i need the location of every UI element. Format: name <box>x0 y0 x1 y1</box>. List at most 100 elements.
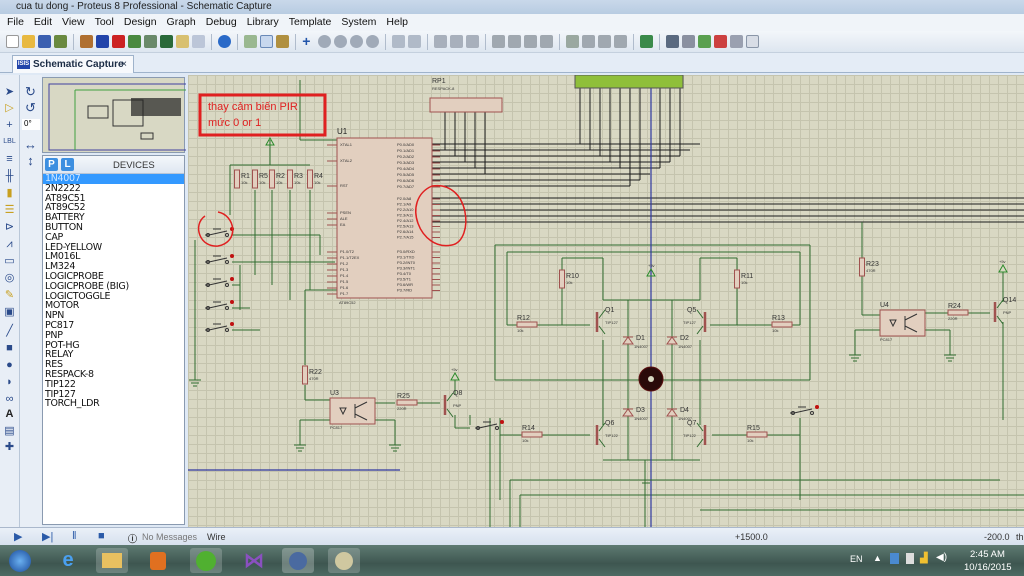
notes-icon[interactable] <box>192 35 205 48</box>
new-icon[interactable] <box>6 35 19 48</box>
menu-library[interactable]: Library <box>242 14 284 31</box>
rotate-clockwise-icon[interactable]: ↻ <box>24 85 37 98</box>
component-mode-icon[interactable]: ▷ <box>3 102 16 114</box>
proteus-icon[interactable] <box>282 548 314 573</box>
virtual-instruments-icon[interactable]: ▣ <box>3 306 16 318</box>
import-icon[interactable] <box>54 35 67 48</box>
pause-icon[interactable]: ‖ <box>72 530 77 542</box>
resistor-r25[interactable]: R25 220R <box>396 393 418 411</box>
arc-icon[interactable]: ◗ <box>3 376 16 388</box>
volume-icon[interactable]: ◀) <box>936 552 947 563</box>
voltage-probe-icon[interactable]: ✎ <box>3 289 16 301</box>
generator-icon[interactable]: ◎ <box>3 272 16 284</box>
search-icon[interactable] <box>666 35 679 48</box>
bom-icon[interactable] <box>160 35 173 48</box>
buses-icon[interactable]: ╫ <box>3 170 16 182</box>
tab-schematic-capture[interactable]: ISIS Schematic Capture × <box>12 55 134 73</box>
internet-explorer-icon[interactable]: e <box>52 548 84 573</box>
transistor-q8[interactable]: Q8 PNP <box>443 390 462 418</box>
menu-tool[interactable]: Tool <box>90 14 119 31</box>
refresh-icon[interactable] <box>244 35 257 48</box>
grid-icon[interactable] <box>260 35 273 48</box>
menu-graph[interactable]: Graph <box>162 14 201 31</box>
junction-dot-icon[interactable]: + <box>3 119 16 131</box>
close-tab-icon[interactable]: × <box>121 56 127 73</box>
gerber-icon[interactable] <box>144 35 157 48</box>
zoom-all-icon[interactable] <box>350 35 363 48</box>
push-button-switch[interactable] <box>205 322 234 332</box>
block-copy-icon[interactable] <box>492 35 505 48</box>
box-icon[interactable]: ■ <box>3 342 16 354</box>
menu-help[interactable]: Help <box>381 14 413 31</box>
schematic-canvas[interactable]: +5v +5v +5v RP1 RESPACK-8 U1 AT89C52 XTA… <box>188 74 1024 527</box>
pick-device-icon[interactable] <box>566 35 579 48</box>
u1-microcontroller[interactable]: U1 AT89C52 XTAL1 XTAL2 RST PSENALEEA P1.0/T2… <box>327 127 440 305</box>
menu-system[interactable]: System <box>336 14 381 31</box>
subcircuit-icon[interactable]: ▮ <box>3 187 16 199</box>
diode-d4[interactable]: D4 1N4007 <box>666 407 693 421</box>
property-tool-icon[interactable] <box>682 35 695 48</box>
path-icon[interactable]: ∞ <box>3 393 16 405</box>
visual-studio-icon[interactable]: ⋈ <box>238 548 270 573</box>
device-item[interactable]: RELAY <box>43 350 184 360</box>
source-icon[interactable] <box>176 35 189 48</box>
resistor-r14[interactable]: R14 10k <box>521 425 543 443</box>
lcd-display[interactable] <box>574 74 684 89</box>
file-explorer-icon[interactable] <box>96 548 128 573</box>
block-move-icon[interactable] <box>508 35 521 48</box>
copy-icon[interactable] <box>450 35 463 48</box>
language-indicator[interactable]: EN <box>850 554 863 564</box>
exit-to-parent-icon[interactable] <box>730 35 743 48</box>
rp1-respack[interactable]: RP1 RESPACK-8 <box>429 78 503 113</box>
resistor-r12[interactable]: R12 10k <box>516 315 538 333</box>
help-icon[interactable] <box>218 35 231 48</box>
diode-d3[interactable]: D3 1N4007 <box>622 407 649 421</box>
3d-icon[interactable] <box>128 35 141 48</box>
make-device-icon[interactable] <box>582 35 595 48</box>
pcb-icon[interactable] <box>112 35 125 48</box>
netlist-icon[interactable] <box>746 35 759 48</box>
menu-template[interactable]: Template <box>284 14 337 31</box>
marker-icon[interactable]: ✚ <box>3 441 16 453</box>
redo-icon[interactable] <box>408 35 421 48</box>
optocoupler-u3[interactable]: U3 PC817 <box>329 390 376 430</box>
library-manager-button[interactable]: L <box>61 158 74 171</box>
decompose-icon[interactable] <box>614 35 627 48</box>
push-button-switch[interactable] <box>790 405 819 415</box>
network-icon[interactable]: ▟ <box>920 553 928 564</box>
terminals-icon[interactable]: ☰ <box>3 204 16 216</box>
resistor-r4[interactable]: R410k <box>307 169 324 189</box>
zoom-area-icon[interactable] <box>366 35 379 48</box>
transistor-q7[interactable]: Q7 TIP122 <box>683 420 707 448</box>
wire-autoroute-icon[interactable] <box>640 35 653 48</box>
mirror-vertical-icon[interactable]: ↕ <box>24 154 37 167</box>
menu-file[interactable]: File <box>2 14 29 31</box>
block-delete-icon[interactable] <box>540 35 553 48</box>
menu-design[interactable]: Design <box>119 14 162 31</box>
save-icon[interactable] <box>38 35 51 48</box>
coccoc-browser-icon[interactable] <box>190 548 222 573</box>
device-item[interactable]: PC817 <box>43 321 184 331</box>
remove-sheet-icon[interactable] <box>714 35 727 48</box>
stop-icon[interactable]: ■ <box>98 530 105 542</box>
push-button-switch[interactable] <box>205 277 234 287</box>
diode-d2[interactable]: D2 1N4007 <box>666 335 693 349</box>
resistor-r2[interactable]: R210k <box>269 169 286 189</box>
resistor-r3[interactable]: R310k <box>287 169 304 189</box>
origin-icon[interactable] <box>276 35 289 48</box>
play-icon[interactable]: ▶ <box>14 530 22 543</box>
push-button-switch[interactable] <box>205 227 234 237</box>
selection-mode-icon[interactable]: ➤ <box>3 86 16 98</box>
graph-icon[interactable]: ⩘ <box>3 238 16 250</box>
resistor-r24[interactable]: R24 220R <box>947 303 969 321</box>
undo-icon[interactable] <box>392 35 405 48</box>
messages-status[interactable]: No Messages <box>142 532 197 542</box>
optocoupler-u4[interactable]: U4 PC817 <box>879 302 926 342</box>
motor[interactable] <box>638 366 664 392</box>
transistor-q5[interactable]: Q5 TIP127 <box>683 307 707 335</box>
push-button-switch[interactable] <box>205 254 234 264</box>
menu-view[interactable]: View <box>57 14 90 31</box>
circle-icon[interactable]: ● <box>3 359 16 371</box>
tray-app-icon[interactable] <box>890 553 899 564</box>
wire-label-icon[interactable]: LBL <box>3 136 16 148</box>
